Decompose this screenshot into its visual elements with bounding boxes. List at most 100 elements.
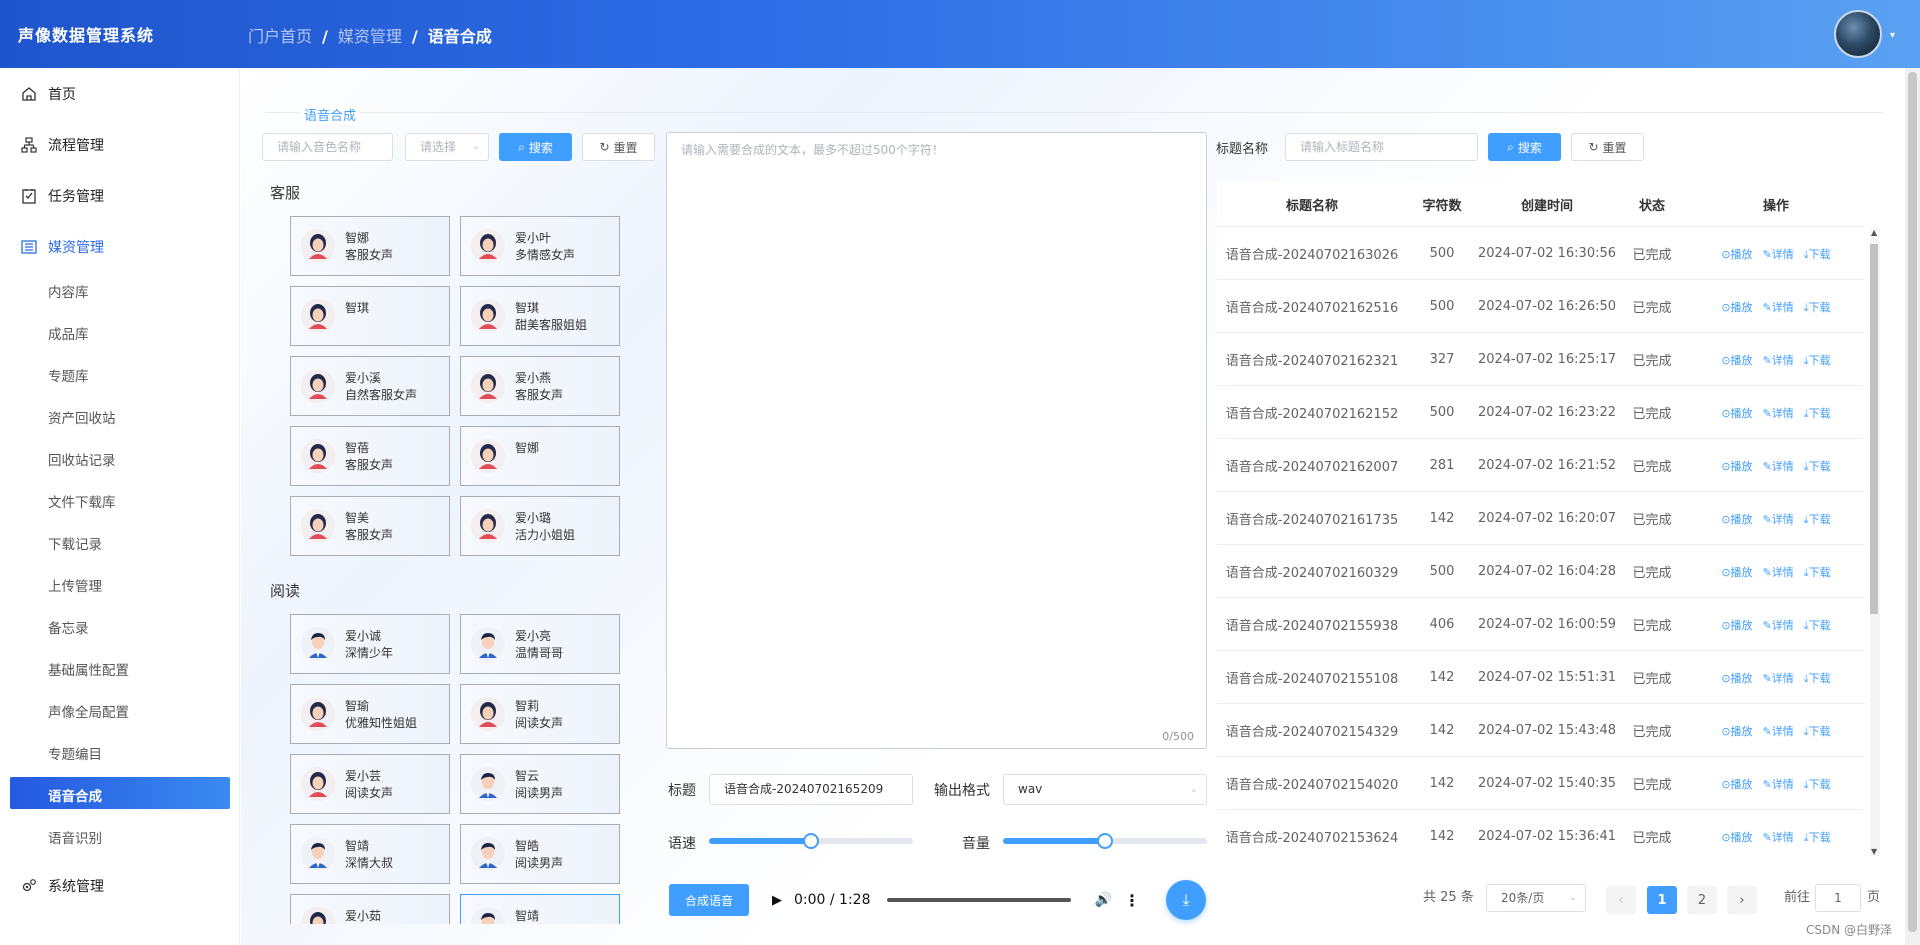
voice-card[interactable]: 智娜 [460,426,620,486]
voice-card[interactable]: 智瑜 优雅知性姐姐 [290,684,450,744]
sidebar-item-flow[interactable]: 流程管理 [0,125,240,165]
more-icon[interactable]: ⋮ [1124,891,1140,910]
play-action[interactable]: ⊙播放 [1721,617,1752,633]
table-scrollbar[interactable]: ▲ ▼ [1870,228,1880,856]
detail-action[interactable]: ✎详情 [1763,246,1794,262]
detail-action[interactable]: ✎详情 [1763,405,1794,421]
detail-action[interactable]: ✎详情 [1763,511,1794,527]
sidebar-subitem-attr-config[interactable]: 基础属性配置 [0,650,240,684]
download-action[interactable]: ⤓下载 [1804,670,1831,686]
play-icon[interactable]: ▶ [772,893,782,908]
detail-action[interactable]: ✎详情 [1763,776,1794,792]
download-action[interactable]: ⤓下载 [1804,723,1831,739]
play-action[interactable]: ⊙播放 [1721,511,1752,527]
sidebar-subitem-topic[interactable]: 专题库 [0,356,240,390]
breadcrumb-home[interactable]: 门户首页 [248,27,312,46]
sidebar-subitem-download-log[interactable]: 下载记录 [0,524,240,558]
volume-slider[interactable] [1003,833,1207,849]
breadcrumb-media[interactable]: 媒资管理 [338,27,402,46]
table-scroll-thumb[interactable] [1870,244,1878,614]
speed-slider-handle[interactable] [803,833,819,849]
sidebar-subitem-product[interactable]: 成品库 [0,314,240,348]
goto-page-input[interactable]: 1 [1815,884,1861,912]
download-action[interactable]: ⤓下载 [1804,776,1831,792]
play-action[interactable]: ⊙播放 [1721,776,1752,792]
title-filter-input[interactable]: 请输入标题名称 [1285,133,1478,161]
sidebar-subitem-memo[interactable]: 备忘录 [0,608,240,642]
sidebar-item-task[interactable]: 任务管理 [0,176,240,216]
download-action[interactable]: ⤓下载 [1804,617,1831,633]
detail-action[interactable]: ✎详情 [1763,723,1794,739]
play-action[interactable]: ⊙播放 [1721,564,1752,580]
sidebar-subitem-upload[interactable]: 上传管理 [0,566,240,600]
voice-card[interactable]: 智靖 [460,894,620,924]
voice-card[interactable]: 智靖 深情大叔 [290,824,450,884]
voice-card[interactable]: 爱小芸 阅读女声 [290,754,450,814]
scroll-down-icon[interactable]: ▼ [1871,847,1877,856]
sidebar-item-media[interactable]: 媒资管理 [0,227,240,267]
play-action[interactable]: ⊙播放 [1721,352,1752,368]
download-action[interactable]: ⤓下载 [1804,246,1831,262]
download-action[interactable]: ⤓下载 [1804,405,1831,421]
synthesize-button[interactable]: 合成语音 [669,884,749,916]
voice-card[interactable]: 爱小燕 客服女声 [460,356,620,416]
page-scrollbar[interactable] [1905,68,1920,945]
voice-card[interactable]: 智皓 阅读男声 [460,824,620,884]
page-button[interactable]: 1 [1647,886,1677,914]
voice-card[interactable]: 智云 阅读男声 [460,754,620,814]
voice-card[interactable]: 爱小亮 温情哥哥 [460,614,620,674]
play-action[interactable]: ⊙播放 [1721,405,1752,421]
sidebar-subitem-tts[interactable]: 语音合成 [10,777,230,809]
voice-card[interactable]: 爱小茹 [290,894,450,924]
voice-card[interactable]: 智蓓 客服女声 [290,426,450,486]
voice-card[interactable]: 智美 客服女声 [290,496,450,556]
play-action[interactable]: ⊙播放 [1721,246,1752,262]
play-action[interactable]: ⊙播放 [1721,299,1752,315]
volume-slider-handle[interactable] [1097,833,1113,849]
download-action[interactable]: ⤓下载 [1804,511,1831,527]
speed-slider[interactable] [709,833,913,849]
download-action[interactable]: ⤓下载 [1804,352,1831,368]
detail-action[interactable]: ✎详情 [1763,617,1794,633]
detail-action[interactable]: ✎详情 [1763,458,1794,474]
download-action[interactable]: ⤓下载 [1804,299,1831,315]
detail-action[interactable]: ✎详情 [1763,829,1794,845]
voice-name-input[interactable]: 请输入音色名称 [262,133,393,161]
voice-card[interactable]: 智琪 [290,286,450,346]
volume-icon[interactable]: 🔊 [1095,892,1112,908]
voice-search-button[interactable]: ⌕ 搜索 [499,133,572,161]
scroll-up-icon[interactable]: ▲ [1871,228,1877,237]
play-action[interactable]: ⊙播放 [1721,458,1752,474]
download-action[interactable]: ⤓下载 [1804,564,1831,580]
voice-card[interactable]: 智娜 客服女声 [290,216,450,276]
next-page-button[interactable]: › [1727,886,1757,914]
play-action[interactable]: ⊙播放 [1721,829,1752,845]
play-action[interactable]: ⊙播放 [1721,670,1752,686]
download-icon[interactable]: ⤓ [1166,880,1206,920]
detail-action[interactable]: ✎详情 [1763,564,1794,580]
caret-down-icon[interactable]: ▾ [1890,30,1895,41]
voice-category-select[interactable]: 请选择 ⌄ [405,133,489,161]
audio-progress[interactable] [886,898,1071,902]
page-scroll-thumb[interactable] [1908,72,1917,932]
table-reset-button[interactable]: ↻ 重置 [1571,133,1644,161]
sidebar-subitem-asr[interactable]: 语音识别 [0,818,240,852]
sidebar-subitem-global-config[interactable]: 声像全局配置 [0,692,240,726]
sidebar-subitem-catalog[interactable]: 专题编目 [0,734,240,768]
voice-reset-button[interactable]: ↻ 重置 [582,133,655,161]
sidebar-item-system[interactable]: 系统管理 [0,866,240,906]
voice-card[interactable]: 爱小叶 多情感女声 [460,216,620,276]
prev-page-button[interactable]: ‹ [1606,886,1636,914]
text-editor[interactable]: 请输入需要合成的文本，最多不超过500个字符！ 0/500 [666,132,1207,749]
sidebar-subitem-recycle[interactable]: 资产回收站 [0,398,240,432]
voice-card[interactable]: 智琪 甜美客服姐姐 [460,286,620,346]
avatar[interactable] [1834,10,1882,58]
voice-card[interactable]: 爱小璐 活力小姐姐 [460,496,620,556]
table-search-button[interactable]: ⌕ 搜索 [1488,133,1561,161]
sidebar-subitem-download-lib[interactable]: 文件下载库 [0,482,240,516]
voice-card[interactable]: 爱小诚 深情少年 [290,614,450,674]
voice-card[interactable]: 智莉 阅读女声 [460,684,620,744]
title-input[interactable]: 语音合成-20240702165209 [709,774,913,805]
play-action[interactable]: ⊙播放 [1721,723,1752,739]
voice-card[interactable]: 爱小溪 自然客服女声 [290,356,450,416]
